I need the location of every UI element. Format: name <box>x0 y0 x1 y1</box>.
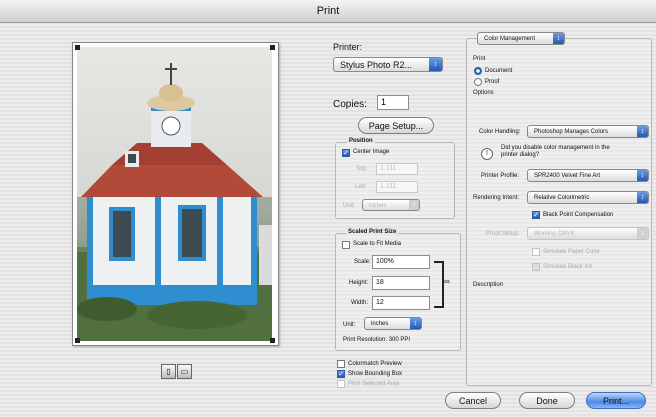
rendering-intent-label: Rendering Intent: <box>473 195 520 201</box>
chevron-updown-icon: ↕ <box>637 228 648 239</box>
chevron-updown-icon: ↕ <box>553 33 564 44</box>
print-dialog: Print ▯ ▭ Printer: Stylus Photo R2... ↕ … <box>0 0 656 417</box>
printer-popup[interactable]: Stylus Photo R2... ↕ <box>333 57 443 72</box>
print-selected-area-checkbox[interactable] <box>337 380 345 388</box>
print-label: Print <box>473 56 486 62</box>
color-management-notice: Did you disable color management in the … <box>501 145 610 158</box>
page-setup-button[interactable]: Page Setup... <box>358 117 434 134</box>
copies-label: Copies: <box>333 99 367 110</box>
options-label: Options <box>473 90 494 96</box>
proof-label: Proof <box>485 79 500 85</box>
landscape-orientation-icon[interactable]: ▭ <box>177 364 192 379</box>
proof-setup-value: Working CMYK <box>534 231 575 237</box>
show-bounding-box-checkbox[interactable]: ✓ <box>337 370 345 378</box>
chevron-updown-icon: ↕ <box>637 170 648 181</box>
position-title: Position <box>347 138 375 144</box>
printer-profile-popup[interactable]: SPR2400 Velvet Fine Art ↕ <box>527 169 649 182</box>
info-icon: ! <box>481 148 493 160</box>
scale-field[interactable]: 100% <box>372 255 430 269</box>
left-field[interactable]: 1.111 <box>376 181 418 193</box>
portrait-orientation-icon[interactable]: ▯ <box>161 364 176 379</box>
copies-field[interactable]: 1 <box>377 95 409 110</box>
scaled-unit-popup[interactable]: inches ↕ <box>364 317 422 330</box>
document-label: Document <box>485 68 513 74</box>
printer-label: Printer: <box>333 42 363 52</box>
proof-setup-label: Proof Setup: <box>486 231 520 237</box>
bounding-handle[interactable] <box>270 338 275 343</box>
scaled-unit-label: Unit: <box>343 322 356 328</box>
simulate-black-checkbox[interactable] <box>532 263 540 271</box>
chevron-updown-icon: ↕ <box>637 126 648 137</box>
scale-label: Scale: <box>354 259 371 265</box>
chevron-updown-icon: ↕ <box>409 200 419 210</box>
center-image-label: Center Image <box>353 149 390 155</box>
printer-profile-label: Printer Profile: <box>481 173 520 179</box>
scaled-unit-value: inches <box>371 321 389 327</box>
printer-profile-value: SPR2400 Velvet Fine Art <box>534 173 601 179</box>
colormatch-preview-label: Colormatch Preview <box>348 361 402 367</box>
simulate-paper-checkbox[interactable] <box>532 248 540 256</box>
preview-image <box>77 47 272 341</box>
simulate-paper-label: Simulate Paper Color <box>543 249 601 255</box>
colormatch-preview-checkbox[interactable] <box>337 360 345 368</box>
show-bounding-box-label: Show Bounding Box <box>348 371 403 377</box>
done-button[interactable]: Done <box>519 392 575 409</box>
simulate-black-label: Simulate Black Ink <box>543 264 593 270</box>
print-button[interactable]: Print... <box>586 392 646 409</box>
bounding-handle[interactable] <box>270 45 275 50</box>
position-unit-label: Unit: <box>343 203 356 209</box>
proof-radio[interactable] <box>474 78 482 86</box>
position-unit-value: inches <box>369 203 387 209</box>
document-radio[interactable] <box>474 67 482 75</box>
bounding-handle[interactable] <box>75 338 80 343</box>
center-image-checkbox[interactable]: ✓ <box>342 149 350 157</box>
chevron-updown-icon: ↕ <box>429 58 442 71</box>
color-handling-value: Photoshop Manages Colors <box>534 129 609 135</box>
church-illustration <box>77 63 272 341</box>
section-popup[interactable]: Color Management ↕ <box>477 32 565 45</box>
top-field[interactable]: 1.111 <box>376 163 418 175</box>
scale-to-fit-checkbox[interactable] <box>342 241 350 249</box>
height-label: Height: <box>349 280 369 286</box>
constrain-bracket <box>434 261 444 308</box>
left-label: Left: <box>355 184 367 190</box>
cancel-button[interactable]: Cancel <box>445 392 501 409</box>
black-point-checkbox[interactable]: ✓ <box>532 211 540 219</box>
print-selected-area-label: Print Selected Area <box>348 381 400 387</box>
color-handling-popup[interactable]: Photoshop Manages Colors ↕ <box>527 125 649 138</box>
width-label: Width: <box>351 300 369 306</box>
chevron-updown-icon: ↕ <box>637 192 648 203</box>
printer-value: Stylus Photo R2... <box>340 60 413 70</box>
link-icon[interactable]: ∞ <box>444 277 452 287</box>
rendering-intent-value: Relative Colorimetric <box>534 195 590 201</box>
proof-setup-popup[interactable]: Working CMYK ↕ <box>527 227 649 240</box>
color-handling-label: Color Handling: <box>479 129 521 135</box>
print-resolution: Print Resolution: 300 PPI <box>343 337 411 343</box>
chevron-updown-icon: ↕ <box>410 318 421 329</box>
black-point-label: Black Point Compensation <box>543 212 614 218</box>
height-field[interactable]: 18 <box>372 276 430 290</box>
window-title: Print <box>0 0 656 23</box>
description-label: Description <box>473 282 504 288</box>
bounding-handle[interactable] <box>75 45 80 50</box>
width-field[interactable]: 12 <box>372 296 430 310</box>
top-label: Top: <box>356 166 368 172</box>
scaled-print-size-title: Scaled Print Size <box>346 229 399 235</box>
position-unit-popup[interactable]: inches ↕ <box>362 199 420 211</box>
rendering-intent-popup[interactable]: Relative Colorimetric ↕ <box>527 191 649 204</box>
section-value: Color Management <box>484 36 536 42</box>
scale-to-fit-label: Scale to Fit Media <box>353 241 402 247</box>
